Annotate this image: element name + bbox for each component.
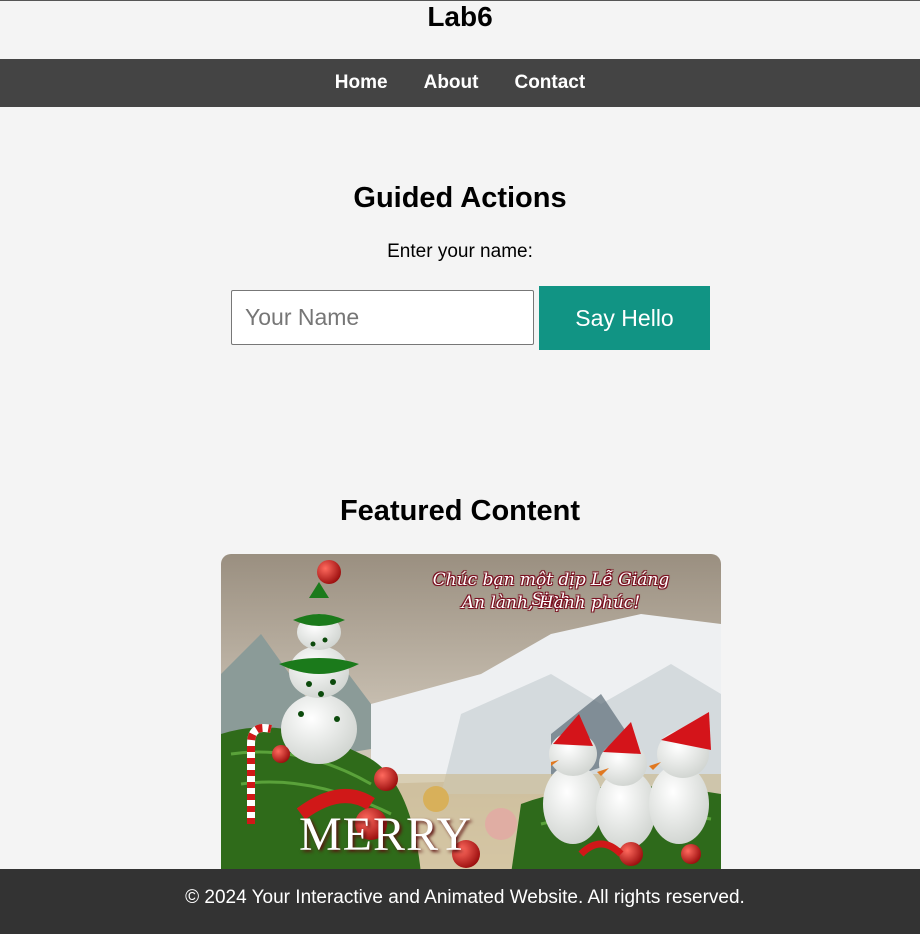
say-hello-button[interactable]: Say Hello — [539, 286, 710, 350]
name-input[interactable] — [231, 290, 534, 345]
guided-actions-section: Guided Actions Enter your name: Say Hell… — [0, 107, 920, 437]
guided-actions-heading: Guided Actions — [353, 182, 567, 214]
site-footer: © 2024 Your Interactive and Animated Web… — [0, 869, 920, 934]
featured-content-heading: Featured Content — [339, 495, 581, 527]
merry-banner-text: MERRY — [299, 808, 473, 861]
page: Lab6 Home About Contact Guided Actions E… — [0, 0, 920, 934]
name-prompt-label: Enter your name: — [387, 241, 533, 262]
greeting-line-2: An lành, Hạnh phúc! — [461, 593, 641, 613]
copyright-text: © 2024 Your Interactive and Animated Web… — [185, 887, 745, 908]
nav-about-link[interactable]: About — [424, 72, 479, 94]
nav-home-link[interactable]: Home — [335, 72, 388, 94]
christmas-greeting-image: Chúc bạn một dịp Lễ Giáng Sinh An lành, … — [221, 554, 721, 874]
main-nav: Home About Contact — [0, 59, 920, 107]
site-header: Lab6 — [0, 1, 920, 59]
featured-content-section: Featured Content Chúc bạn một dịp Lễ Giá… — [0, 490, 920, 874]
nav-contact-link[interactable]: Contact — [514, 72, 585, 94]
site-title: Lab6 — [427, 1, 493, 32]
